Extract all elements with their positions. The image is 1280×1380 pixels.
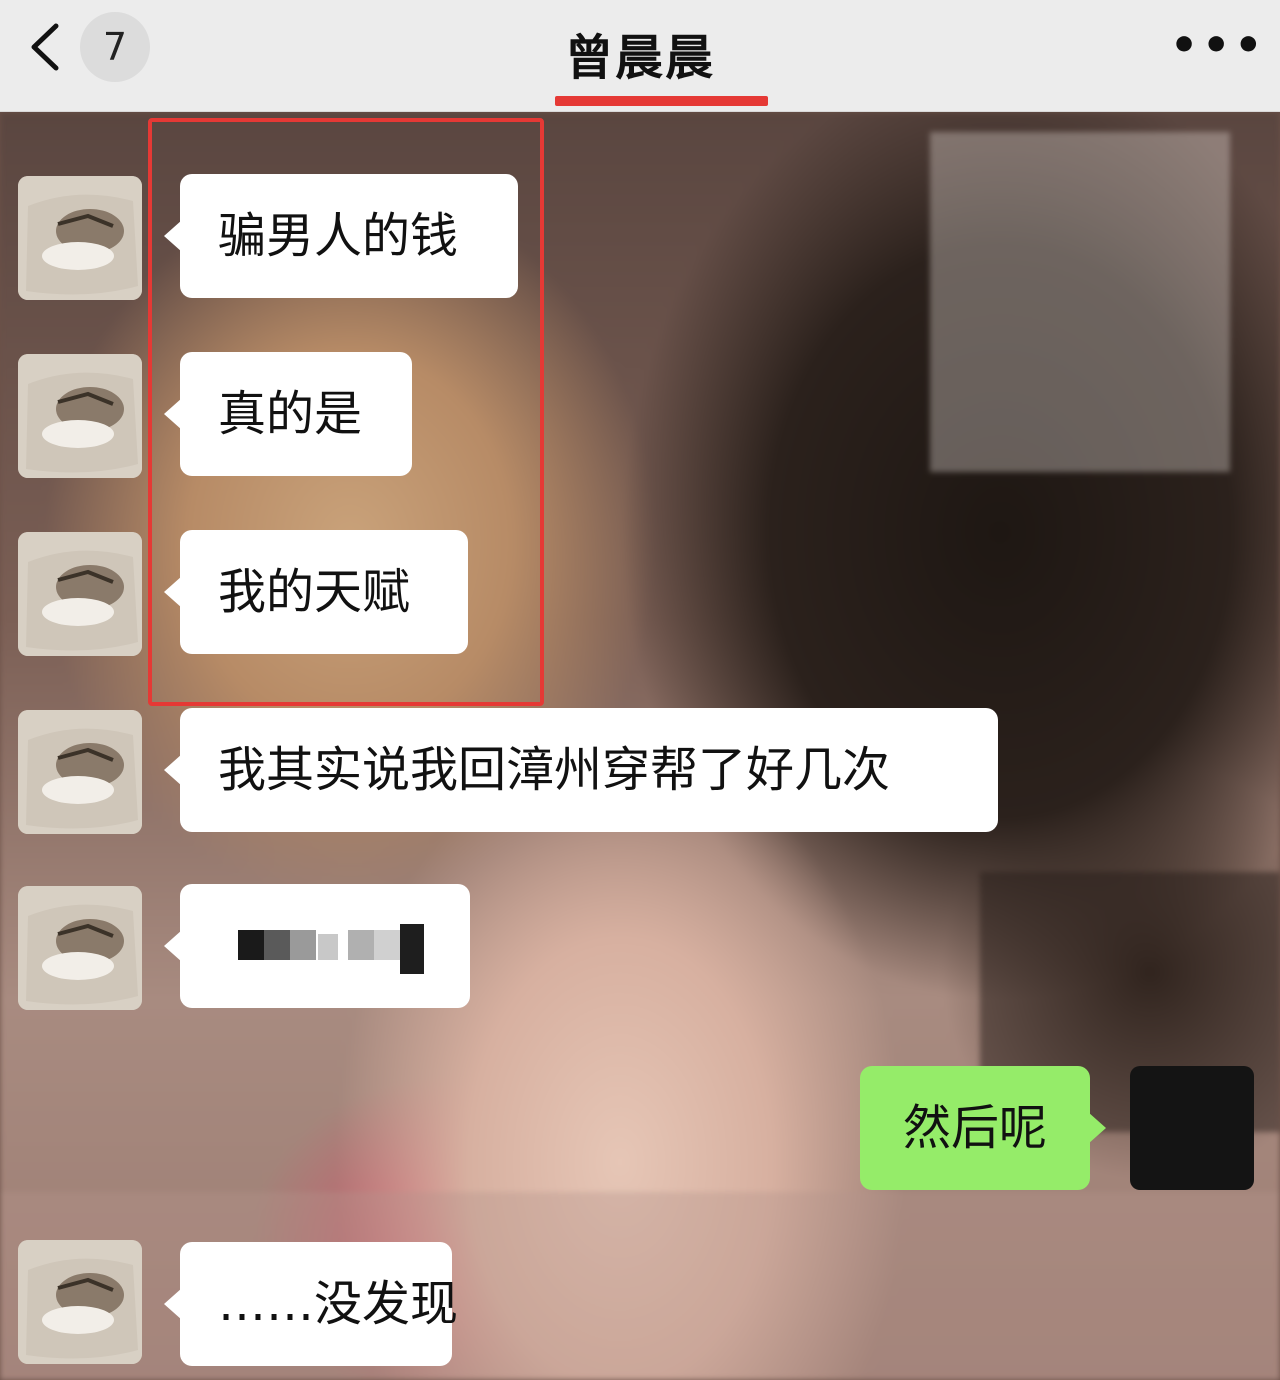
contact-avatar[interactable] [18,532,142,656]
cat-avatar-icon [18,176,142,300]
cat-avatar-icon [18,532,142,656]
more-options-button[interactable]: ••• [1170,24,1262,68]
message-bubble[interactable]: ……没发现 [164,1242,458,1366]
cat-avatar-icon [18,886,142,1010]
red-highlight-annotation [148,118,544,706]
contact-avatar[interactable] [18,176,142,300]
chat-title: 曾晨晨 [564,30,715,86]
contact-avatar[interactable] [18,710,142,834]
cat-avatar-icon [18,710,142,834]
contact-avatar[interactable] [18,1240,142,1364]
contact-avatar[interactable] [18,886,142,1010]
self-message-bubble[interactable]: 然后呢 [860,1066,1106,1190]
self-avatar[interactable] [1130,1066,1254,1190]
more-icon: ••• [1170,20,1267,71]
message-bubble[interactable]: 我其实说我回漳州穿帮了好几次 [164,708,998,832]
censored-message-bubble[interactable] [164,884,470,1008]
contact-avatar[interactable] [18,354,142,478]
cat-avatar-icon [18,354,142,478]
cat-avatar-icon [18,1240,142,1364]
red-underline-annotation [555,96,768,106]
chat-header: 7 曾晨晨 ••• [0,0,1280,112]
